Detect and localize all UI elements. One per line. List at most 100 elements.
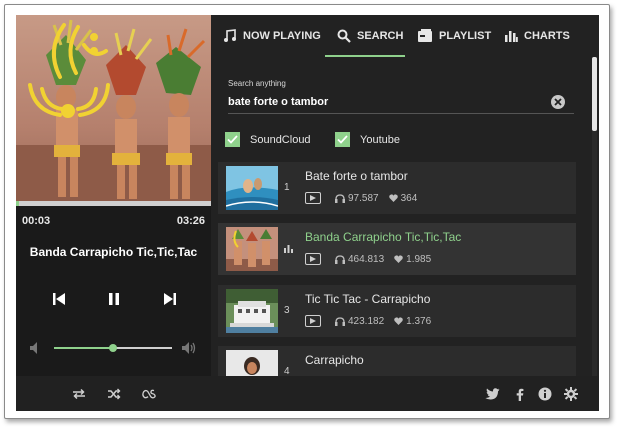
result-number: 3 (284, 305, 290, 316)
result-plays: 97.587 (348, 192, 379, 204)
clear-search-button[interactable] (551, 95, 565, 109)
playlist-icon (418, 29, 432, 42)
twitter-button[interactable] (484, 386, 500, 402)
volume-max-button[interactable] (181, 341, 197, 355)
heart-icon (388, 194, 398, 202)
result-plays: 423.182 (348, 315, 385, 327)
mute-button[interactable] (29, 341, 43, 355)
result-title: Carrapicho (305, 353, 364, 367)
result-item[interactable]: 1 Bate forte o tambor 97.587 364 (218, 162, 576, 214)
repeat-icon (73, 388, 85, 400)
result-number: 1 (284, 182, 290, 193)
headphones-icon (335, 193, 345, 203)
info-button[interactable] (537, 386, 553, 402)
soundcloud-checkbox[interactable]: SoundCloud (225, 132, 311, 147)
music-player-app: 00:03 03:26 Banda Carrapicho Tic,Tic,Tac… (16, 15, 599, 411)
search-input[interactable] (228, 93, 558, 111)
search-underline (228, 113, 574, 114)
result-meta: 423.182 1.376 (305, 315, 431, 327)
result-thumbnail (226, 289, 278, 333)
facebook-icon (516, 388, 524, 401)
video-frame-image (16, 15, 211, 201)
close-icon (554, 98, 562, 106)
skip-forward-icon (164, 293, 176, 305)
tab-label: PLAYLIST (439, 30, 492, 42)
repeat-button[interactable] (71, 386, 87, 402)
search-label: Search anything (228, 79, 286, 88)
tab-label: CHARTS (524, 30, 570, 42)
facebook-button[interactable] (512, 386, 528, 402)
charts-icon (505, 31, 518, 42)
heart-icon (394, 317, 403, 325)
result-likes: 364 (400, 192, 418, 204)
equalizer-indicator (284, 243, 296, 256)
pause-button[interactable] (104, 289, 124, 309)
info-icon (538, 387, 552, 401)
seek-bar-fill (16, 201, 19, 206)
lastfm-icon (142, 389, 156, 399)
pause-icon (109, 293, 119, 305)
tab-now-playing[interactable]: NOW PLAYING (223, 15, 321, 57)
time-elapsed: 00:03 (22, 215, 51, 227)
result-meta: 464.813 1.985 (305, 253, 431, 265)
result-title: Tic Tic Tac - Carrapicho (305, 292, 431, 306)
headphones-icon (335, 254, 345, 264)
next-button[interactable] (160, 289, 180, 309)
result-meta: 97.587 364 (305, 192, 417, 204)
tab-charts[interactable]: CHARTS (504, 15, 570, 57)
player-panel: 00:03 03:26 Banda Carrapicho Tic,Tic,Tac (16, 15, 211, 411)
settings-button[interactable] (563, 386, 579, 402)
previous-button[interactable] (49, 289, 69, 309)
volume-slider-handle[interactable] (109, 344, 117, 352)
checkbox-box (335, 132, 350, 147)
tab-label: NOW PLAYING (243, 30, 321, 42)
lastfm-button[interactable] (141, 386, 157, 402)
play-video-button[interactable] (305, 253, 321, 265)
result-title: Banda Carrapicho Tic,Tic,Tac (305, 230, 462, 244)
search-icon (337, 29, 351, 43)
result-thumbnail (226, 166, 278, 210)
result-likes: 1.376 (406, 315, 432, 327)
skip-back-icon (53, 293, 65, 305)
result-plays: 464.813 (348, 253, 385, 265)
scrollbar-thumb[interactable] (592, 57, 597, 131)
tab-playlist[interactable]: PLAYLIST (417, 15, 491, 57)
tab-search[interactable]: SEARCH (337, 15, 403, 57)
heart-icon (394, 255, 403, 263)
play-icon (310, 256, 316, 262)
twitter-icon (484, 388, 499, 400)
time-total: 03:26 (176, 215, 205, 227)
play-video-button[interactable] (305, 192, 321, 204)
volume-slider[interactable] (54, 344, 172, 352)
checkbox-label: Youtube (360, 133, 400, 146)
checkbox-box (225, 132, 240, 147)
result-item-playing[interactable]: Banda Carrapicho Tic,Tic,Tac 464.813 1.9… (218, 223, 576, 275)
result-title: Bate forte o tambor (305, 169, 408, 183)
checkmark-icon (337, 135, 348, 144)
youtube-checkbox[interactable]: Youtube (335, 132, 400, 147)
headphones-icon (335, 316, 345, 326)
tab-label: SEARCH (357, 30, 404, 42)
tab-bar: NOW PLAYING SEARCH PLAYLIST CHARTS (211, 15, 599, 57)
checkbox-label: SoundCloud (250, 133, 311, 146)
video-area[interactable] (16, 15, 211, 201)
play-icon (310, 195, 316, 201)
play-video-button[interactable] (305, 315, 321, 327)
volume-slider-fill (54, 347, 113, 349)
shuffle-button[interactable] (106, 386, 122, 402)
active-tab-indicator (325, 55, 405, 57)
play-icon (310, 318, 316, 324)
content-panel: NOW PLAYING SEARCH PLAYLIST CHARTS Searc… (211, 15, 599, 398)
results-scrollbar[interactable] (592, 57, 597, 376)
result-thumbnail (226, 227, 278, 271)
now-playing-title: Banda Carrapicho Tic,Tic,Tac (29, 245, 198, 259)
result-item[interactable]: 3 Tic Tic Tac - Carrapicho 423.182 1.376 (218, 285, 576, 337)
seek-bar[interactable] (16, 201, 211, 206)
bottom-toolbar (16, 376, 599, 411)
gear-icon (564, 387, 578, 401)
volume-high-icon (182, 342, 196, 354)
volume-low-icon (30, 342, 37, 354)
result-likes: 1.985 (406, 253, 432, 265)
equalizer-icon (284, 245, 293, 253)
shuffle-icon (108, 388, 121, 400)
